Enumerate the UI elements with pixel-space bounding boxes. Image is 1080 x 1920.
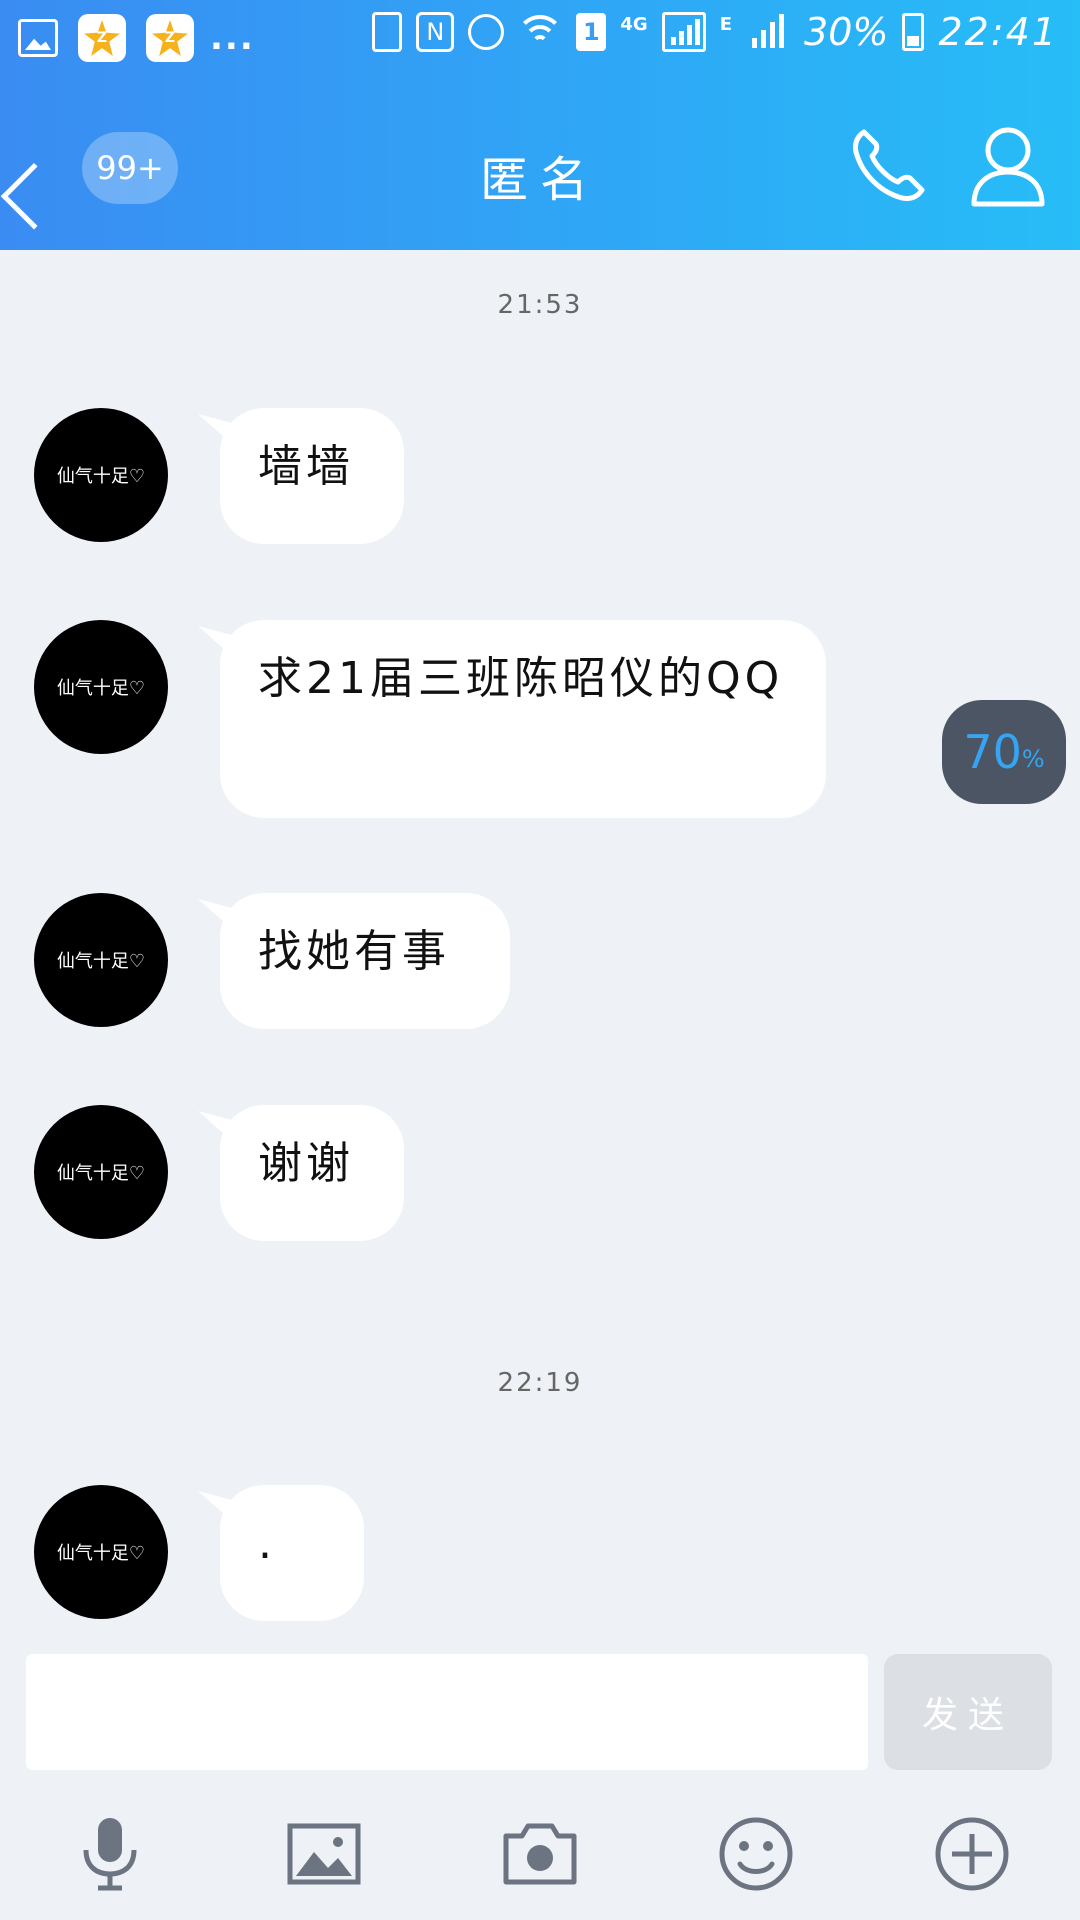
- network-type-e: E: [719, 14, 733, 35]
- phone-icon[interactable]: [848, 126, 928, 206]
- avatar[interactable]: 仙气十足♡: [34, 1485, 168, 1619]
- profile-icon[interactable]: [968, 124, 1048, 208]
- microphone-icon[interactable]: [70, 1814, 150, 1894]
- top-bar: Z Z ... N 1 4G E 30% 22:41 99+ 匿名: [0, 0, 1080, 250]
- recycle-icon: [372, 10, 403, 54]
- sim-slot-icon: 1: [576, 13, 607, 51]
- message-bubble[interactable]: .: [220, 1485, 364, 1621]
- title-bar: 99+ 匿名: [0, 100, 1080, 240]
- progress-unit: %: [1021, 745, 1045, 773]
- message-bubble[interactable]: 求21届三班陈昭仪的QQ: [220, 620, 826, 818]
- gallery-notification-icon: [18, 19, 58, 57]
- qzone-notification-icon: Z: [78, 14, 126, 62]
- send-button[interactable]: 发送: [884, 1654, 1052, 1770]
- wifi-icon: [516, 15, 565, 49]
- message-bubble[interactable]: 找她有事: [220, 893, 510, 1029]
- qzone-notification-icon-2: Z: [146, 14, 194, 62]
- signal-icon-2: [746, 12, 790, 52]
- battery-percent: 30%: [804, 10, 889, 54]
- message-bubble[interactable]: 墙墙: [220, 408, 404, 544]
- progress-indicator: 70%: [942, 700, 1066, 804]
- progress-value: 70: [963, 725, 1022, 779]
- avatar[interactable]: 仙气十足♡: [34, 1105, 168, 1239]
- alarm-icon: [468, 10, 505, 54]
- message-bubble[interactable]: 谢谢: [220, 1105, 404, 1241]
- avatar[interactable]: 仙气十足♡: [34, 620, 168, 754]
- timestamp: 21:53: [497, 290, 583, 320]
- emoji-icon[interactable]: [716, 1814, 796, 1894]
- more-notifications-indicator: ...: [210, 18, 255, 58]
- plus-icon[interactable]: [932, 1814, 1012, 1894]
- status-bar: Z Z ... N 1 4G E 30% 22:41: [0, 0, 1080, 86]
- battery-icon: [902, 13, 925, 51]
- camera-icon[interactable]: [500, 1814, 580, 1894]
- timestamp: 22:19: [497, 1368, 583, 1398]
- avatar[interactable]: 仙气十足♡: [34, 408, 168, 542]
- nfc-icon: N: [416, 12, 455, 52]
- status-clock: 22:41: [938, 10, 1058, 54]
- avatar[interactable]: 仙气十足♡: [34, 893, 168, 1027]
- image-icon[interactable]: [284, 1814, 364, 1894]
- network-type-4g: 4G: [620, 14, 648, 35]
- signal-icon-1: [661, 12, 706, 52]
- message-input[interactable]: [26, 1654, 868, 1770]
